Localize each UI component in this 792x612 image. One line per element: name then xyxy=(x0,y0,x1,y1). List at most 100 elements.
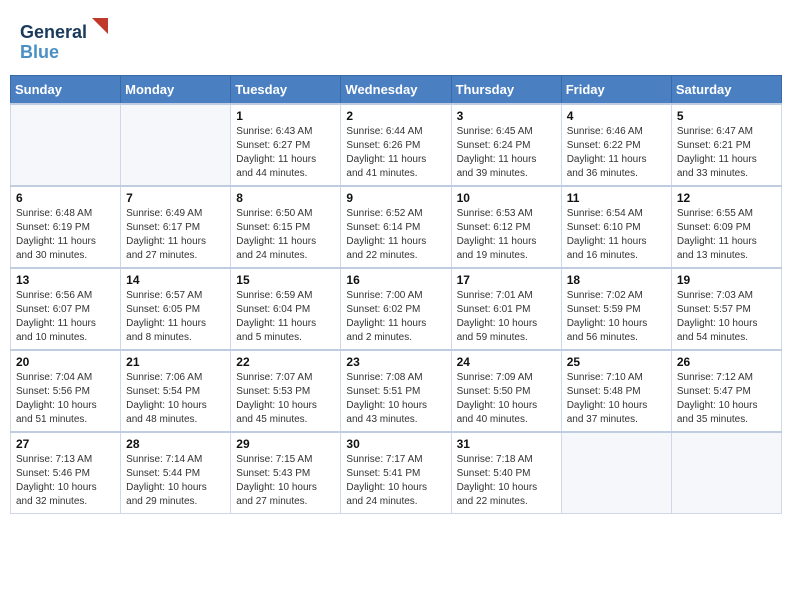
day-number: 29 xyxy=(236,437,335,451)
day-number: 2 xyxy=(346,109,445,123)
day-number: 15 xyxy=(236,273,335,287)
day-number: 18 xyxy=(567,273,666,287)
calendar-cell: 19 Sunrise: 7:03 AM Sunset: 5:57 PM Dayli… xyxy=(671,268,781,350)
calendar-cell: 9 Sunrise: 6:52 AM Sunset: 6:14 PM Daylig… xyxy=(341,186,451,268)
weekday-header-row: SundayMondayTuesdayWednesdayThursdayFrid… xyxy=(11,76,782,105)
calendar-cell: 23Sunrise: 7:08 AM Sunset: 5:51 PM Dayli… xyxy=(341,350,451,432)
day-detail: Sunrise: 6:59 AM Sunset: 6:04 PM Dayligh… xyxy=(236,289,335,345)
calendar-cell: 10 Sunrise: 6:53 AM Sunset: 6:12 PM Dayli… xyxy=(451,186,561,268)
calendar-cell: 21 Sunrise: 7:06 AM Sunset: 5:54 PM Dayli… xyxy=(121,350,231,432)
calendar-cell: 17 Sunrise: 7:01 AM Sunset: 6:01 PM Dayli… xyxy=(451,268,561,350)
day-detail: Sunrise: 7:02 AM Sunset: 5:59 PM Dayligh… xyxy=(567,289,666,345)
calendar-cell xyxy=(121,104,231,186)
calendar-cell: 15 Sunrise: 6:59 AM Sunset: 6:04 PM Dayli… xyxy=(231,268,341,350)
svg-text:General: General xyxy=(20,22,87,42)
day-detail: Sunrise: 6:54 AM Sunset: 6:10 PM Dayligh… xyxy=(567,207,666,263)
calendar-cell: 27 Sunrise: 7:13 AM Sunset: 5:46 PM Dayli… xyxy=(11,432,121,514)
calendar-cell: 31 Sunrise: 7:18 AM Sunset: 5:40 PM Dayli… xyxy=(451,432,561,514)
calendar-cell: 20Sunrise: 7:04 AM Sunset: 5:56 PM Dayli… xyxy=(11,350,121,432)
day-detail: Sunrise: 7:12 AM Sunset: 5:47 PM Dayligh… xyxy=(677,371,776,427)
calendar-cell: 13Sunrise: 6:56 AM Sunset: 6:07 PM Dayli… xyxy=(11,268,121,350)
calendar-cell xyxy=(11,104,121,186)
day-number: 4 xyxy=(567,109,666,123)
day-detail: Sunrise: 6:50 AM Sunset: 6:15 PM Dayligh… xyxy=(236,207,335,263)
calendar-cell xyxy=(561,432,671,514)
day-detail: Sunrise: 7:07 AM Sunset: 5:53 PM Dayligh… xyxy=(236,371,335,427)
day-number: 17 xyxy=(457,273,556,287)
day-number: 25 xyxy=(567,355,666,369)
weekday-header-saturday: Saturday xyxy=(671,76,781,105)
calendar-header: SundayMondayTuesdayWednesdayThursdayFrid… xyxy=(11,76,782,105)
week-row-5: 27 Sunrise: 7:13 AM Sunset: 5:46 PM Dayli… xyxy=(11,432,782,514)
day-number: 24 xyxy=(457,355,556,369)
svg-text:Blue: Blue xyxy=(20,42,59,62)
day-detail: Sunrise: 6:45 AM Sunset: 6:24 PM Dayligh… xyxy=(457,125,556,181)
weekday-header-thursday: Thursday xyxy=(451,76,561,105)
day-number: 10 xyxy=(457,191,556,205)
day-detail: Sunrise: 7:06 AM Sunset: 5:54 PM Dayligh… xyxy=(126,371,225,427)
calendar-cell: 16 Sunrise: 7:00 AM Sunset: 6:02 PM Dayli… xyxy=(341,268,451,350)
weekday-header-wednesday: Wednesday xyxy=(341,76,451,105)
calendar-wrapper: SundayMondayTuesdayWednesdayThursdayFrid… xyxy=(0,75,792,524)
week-row-1: 1 Sunrise: 6:43 AM Sunset: 6:27 PM Daylig… xyxy=(11,104,782,186)
day-detail: Sunrise: 7:03 AM Sunset: 5:57 PM Dayligh… xyxy=(677,289,776,345)
day-number: 9 xyxy=(346,191,445,205)
week-row-3: 13Sunrise: 6:56 AM Sunset: 6:07 PM Dayli… xyxy=(11,268,782,350)
day-detail: Sunrise: 7:17 AM Sunset: 5:41 PM Dayligh… xyxy=(346,453,445,509)
day-detail: Sunrise: 7:13 AM Sunset: 5:46 PM Dayligh… xyxy=(16,453,115,509)
weekday-header-tuesday: Tuesday xyxy=(231,76,341,105)
logo-svg: General Blue xyxy=(20,16,110,62)
calendar-cell: 5Sunrise: 6:47 AM Sunset: 6:21 PM Daylig… xyxy=(671,104,781,186)
day-detail: Sunrise: 7:04 AM Sunset: 5:56 PM Dayligh… xyxy=(16,371,115,427)
day-number: 27 xyxy=(16,437,115,451)
day-detail: Sunrise: 6:43 AM Sunset: 6:27 PM Dayligh… xyxy=(236,125,335,181)
day-detail: Sunrise: 7:14 AM Sunset: 5:44 PM Dayligh… xyxy=(126,453,225,509)
day-detail: Sunrise: 7:09 AM Sunset: 5:50 PM Dayligh… xyxy=(457,371,556,427)
calendar-cell: 30Sunrise: 7:17 AM Sunset: 5:41 PM Dayli… xyxy=(341,432,451,514)
day-detail: Sunrise: 6:53 AM Sunset: 6:12 PM Dayligh… xyxy=(457,207,556,263)
day-number: 6 xyxy=(16,191,115,205)
day-number: 8 xyxy=(236,191,335,205)
day-detail: Sunrise: 7:01 AM Sunset: 6:01 PM Dayligh… xyxy=(457,289,556,345)
calendar-cell: 12Sunrise: 6:55 AM Sunset: 6:09 PM Dayli… xyxy=(671,186,781,268)
weekday-header-friday: Friday xyxy=(561,76,671,105)
day-number: 13 xyxy=(16,273,115,287)
day-number: 7 xyxy=(126,191,225,205)
weekday-header-sunday: Sunday xyxy=(11,76,121,105)
day-number: 19 xyxy=(677,273,776,287)
weekday-header-monday: Monday xyxy=(121,76,231,105)
calendar-cell: 29 Sunrise: 7:15 AM Sunset: 5:43 PM Dayli… xyxy=(231,432,341,514)
day-detail: Sunrise: 6:47 AM Sunset: 6:21 PM Dayligh… xyxy=(677,125,776,181)
calendar-cell: 3 Sunrise: 6:45 AM Sunset: 6:24 PM Daylig… xyxy=(451,104,561,186)
day-detail: Sunrise: 7:18 AM Sunset: 5:40 PM Dayligh… xyxy=(457,453,556,509)
calendar-cell xyxy=(671,432,781,514)
day-detail: Sunrise: 6:52 AM Sunset: 6:14 PM Dayligh… xyxy=(346,207,445,263)
page-header: General Blue xyxy=(0,0,792,75)
day-detail: Sunrise: 7:10 AM Sunset: 5:48 PM Dayligh… xyxy=(567,371,666,427)
day-number: 31 xyxy=(457,437,556,451)
calendar-cell: 14Sunrise: 6:57 AM Sunset: 6:05 PM Dayli… xyxy=(121,268,231,350)
calendar-cell: 22 Sunrise: 7:07 AM Sunset: 5:53 PM Dayli… xyxy=(231,350,341,432)
calendar-cell: 26 Sunrise: 7:12 AM Sunset: 5:47 PM Dayli… xyxy=(671,350,781,432)
calendar-cell: 4 Sunrise: 6:46 AM Sunset: 6:22 PM Daylig… xyxy=(561,104,671,186)
day-number: 23 xyxy=(346,355,445,369)
day-detail: Sunrise: 6:57 AM Sunset: 6:05 PM Dayligh… xyxy=(126,289,225,345)
calendar-cell: 2 Sunrise: 6:44 AM Sunset: 6:26 PM Daylig… xyxy=(341,104,451,186)
calendar-cell: 28 Sunrise: 7:14 AM Sunset: 5:44 PM Dayli… xyxy=(121,432,231,514)
calendar-table: SundayMondayTuesdayWednesdayThursdayFrid… xyxy=(10,75,782,514)
calendar-cell: 11 Sunrise: 6:54 AM Sunset: 6:10 PM Dayli… xyxy=(561,186,671,268)
day-number: 21 xyxy=(126,355,225,369)
day-detail: Sunrise: 6:48 AM Sunset: 6:19 PM Dayligh… xyxy=(16,207,115,263)
day-detail: Sunrise: 7:15 AM Sunset: 5:43 PM Dayligh… xyxy=(236,453,335,509)
day-detail: Sunrise: 6:44 AM Sunset: 6:26 PM Dayligh… xyxy=(346,125,445,181)
calendar-cell: 6 Sunrise: 6:48 AM Sunset: 6:19 PM Daylig… xyxy=(11,186,121,268)
day-number: 3 xyxy=(457,109,556,123)
day-number: 28 xyxy=(126,437,225,451)
day-number: 16 xyxy=(346,273,445,287)
day-number: 22 xyxy=(236,355,335,369)
day-number: 26 xyxy=(677,355,776,369)
day-number: 11 xyxy=(567,191,666,205)
day-number: 1 xyxy=(236,109,335,123)
day-detail: Sunrise: 7:00 AM Sunset: 6:02 PM Dayligh… xyxy=(346,289,445,345)
day-detail: Sunrise: 6:46 AM Sunset: 6:22 PM Dayligh… xyxy=(567,125,666,181)
